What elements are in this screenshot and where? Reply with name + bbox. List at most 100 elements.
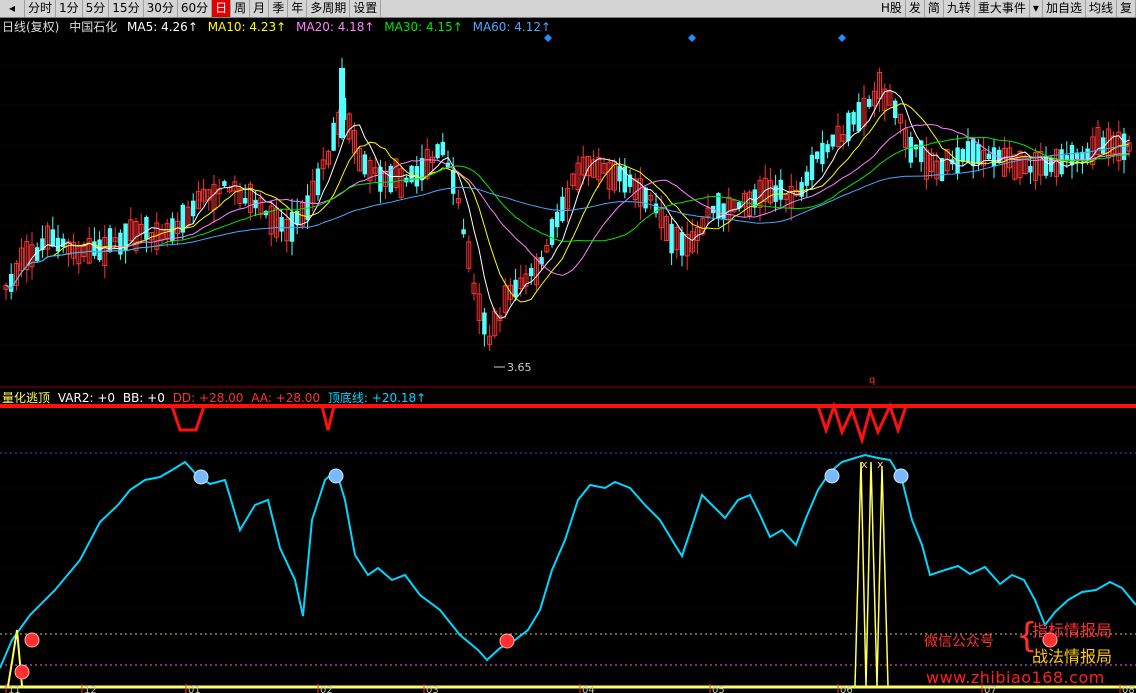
function-button-0[interactable]: H股 [878,0,906,17]
period-button-2[interactable]: 5分 [83,0,110,17]
date-label-02: 02 [320,685,333,693]
candle-body-down [513,279,518,297]
main-indicator-line: 日线(复权) 中国石化 MA5: 4.26↑ MA10: 4.23↑ MA20:… [2,18,557,35]
top-ball-marker [193,469,209,485]
period-button-1[interactable]: 1分 [56,0,83,17]
watermark-wechat: 微信公众号 [924,634,994,650]
dingdi-value: 顶底线: +20.18↑ [327,391,427,405]
x-marker: x [861,458,868,471]
ma10-value: MA10: 4.23↑ [207,20,287,34]
date-label-06: 06 [840,685,853,693]
diamond-marker [838,34,846,42]
bottom-ball-marker [499,633,515,649]
candle-body-down [50,229,55,247]
candle-body-down [289,212,295,242]
candle-body-down [991,147,997,167]
function-button-4[interactable]: 重大事件 [975,0,1030,17]
watermark-name-1: 指标情报局 [1032,621,1113,640]
candle-body-down [1064,155,1069,160]
candlesticks [3,58,1132,351]
period-button-12[interactable]: 设置 [350,0,382,17]
period-button-0[interactable]: 分时 [25,0,57,17]
candle-body-down [362,154,367,175]
candle-body-down [986,153,991,159]
top-signal-notch [320,405,336,431]
function-button-7[interactable]: 复 [1117,0,1136,17]
low-price-label: 3.65 [507,361,532,374]
candle-body-down [529,267,534,277]
candle-body-down [55,237,61,252]
q-marker: q [869,375,875,386]
top-signal-notch [170,405,206,432]
var2-value: VAR2: +0 [57,391,116,405]
period-button-3[interactable]: 15分 [109,0,144,17]
aa-value: AA: +28.00 [251,391,321,405]
function-button-2[interactable]: 简 [925,0,944,17]
stock-name: 中国石化 [69,20,118,34]
date-label-11: 11 [8,685,21,693]
candle-body-down [315,168,321,196]
watermark-name-2: 战法情报局 [1032,647,1113,666]
period-buttons: 分时 1分 5分 15分 30分 60分日周月季年多周期 设置 [25,0,382,17]
candle-body-down [867,99,872,107]
bottom-ball-marker [14,664,30,680]
candle-body-down [679,232,685,256]
candle-body-down [643,187,648,209]
candle-body-down [191,200,196,217]
candle-body-down [825,144,830,153]
candle-body-down [461,229,466,235]
date-label-05: 05 [712,685,725,693]
function-button-6[interactable]: 均线 [1086,0,1117,17]
ma20-value: MA20: 4.18↑ [296,20,375,34]
period-button-6[interactable]: 日 [212,0,232,17]
indicator-name[interactable]: 量化逃顶 [2,391,50,405]
sub-indicator-line: 量化逃顶 VAR2: +0 BB: +0 DD: +28.00 AA: +28.… [2,389,432,406]
ma60-value: MA60: 4.12↑ [472,20,552,34]
candle-body-down [243,197,248,204]
period-button-5[interactable]: 60分 [178,0,213,17]
candle-body-down [830,134,835,147]
candle-body-down [549,219,555,245]
chart-canvas: 3.65q xx 11 12 01 02 03 04 05 06 07 08 [0,34,1136,693]
candle-body-down [435,144,440,159]
candle-body-down [440,141,445,156]
period-button-11[interactable]: 多周期 [307,0,351,17]
chart-type-label[interactable]: 日线(复权) [2,20,59,34]
candle-body-down [451,169,456,194]
candle-body-down [893,100,898,119]
candle-body-down [846,112,851,142]
candle-body-down [331,122,336,151]
bottom-ball-marker [24,632,40,648]
period-toolbar: ◂ 分时 1分 5分 15分 30分 60分日周月季年多周期 设置 H股发简九转 重大事件 ▾ 加… [0,0,1136,18]
candle-body-down [222,181,227,187]
watermark: 微信公众号 { 指标情报局 战法情报局 www.zhibiao168.com [922,617,1134,693]
diamond-marker [544,34,552,42]
candle-body-down [1028,166,1033,173]
function-buttons: H股发简九转 重大事件 ▾ 加自选 均线复 [878,0,1136,17]
candle-body-down [820,142,825,165]
date-label-04: 04 [582,685,595,693]
top-ball-marker [328,468,344,484]
top-signal-notch [816,401,908,446]
function-button-5[interactable]: 加自选 [1043,0,1086,17]
candle-body-down [976,143,981,165]
period-button-10[interactable]: 年 [288,0,308,17]
bb-value: BB: +0 [122,391,165,405]
period-button-9[interactable]: 季 [269,0,289,17]
candle-body-down [815,151,820,160]
ma30-value: MA30: 4.15↑ [384,20,463,34]
candle-body-down [804,171,809,186]
dropdown-arrow-icon[interactable]: ▾ [1030,0,1043,17]
back-arrow-icon[interactable]: ◂ [0,0,25,17]
candle-body-down [555,211,560,228]
date-label-01: 01 [188,685,201,693]
ma5-value: MA5: 4.26↑ [127,20,198,34]
function-button-1[interactable]: 发 [906,0,925,17]
period-button-8[interactable]: 月 [250,0,270,17]
candle-body-down [482,312,487,335]
period-button-4[interactable]: 30分 [144,0,178,17]
period-button-7[interactable]: 周 [231,0,251,17]
function-button-3[interactable]: 九转 [944,0,975,17]
candle-body-down [560,196,565,222]
